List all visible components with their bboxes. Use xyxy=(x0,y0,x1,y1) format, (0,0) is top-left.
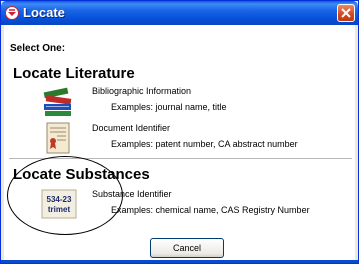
document-identifier-examples: Examples: patent number, CA abstract num… xyxy=(111,139,298,149)
substance-icon-text-bottom: trimet xyxy=(48,205,71,214)
cancel-button[interactable]: Cancel xyxy=(150,238,224,258)
substance-identifier-examples: Examples: chemical name, CAS Registry Nu… xyxy=(111,205,310,215)
locate-dialog-window: Locate Select One: Locate Literature Bib… xyxy=(0,0,359,264)
document-identifier-link[interactable]: Document Identifier xyxy=(92,123,170,133)
app-logo-icon xyxy=(5,6,19,20)
locate-literature-heading: Locate Literature xyxy=(13,65,135,82)
bibliographic-examples: Examples: journal name, title xyxy=(111,102,227,112)
locate-substances-heading: Locate Substances xyxy=(13,166,150,183)
bibliographic-information-link[interactable]: Bibliographic Information xyxy=(92,86,191,96)
close-icon xyxy=(341,8,351,18)
substance-id-icon[interactable]: 534-23 trimet xyxy=(41,187,77,221)
title-bar[interactable]: Locate xyxy=(1,1,358,25)
section-divider xyxy=(9,158,352,160)
instruction-label: Select One: xyxy=(10,43,66,54)
substance-identifier-link[interactable]: Substance Identifier xyxy=(92,189,172,199)
substance-icon-text-top: 534-23 xyxy=(47,195,72,204)
dialog-body: Select One: Locate Literature Bibliograp… xyxy=(4,25,355,261)
window-title: Locate xyxy=(23,5,65,20)
document-certificate-icon[interactable] xyxy=(41,121,75,155)
books-icon[interactable] xyxy=(41,85,75,119)
window-frame-bottom xyxy=(1,260,358,263)
close-button[interactable] xyxy=(337,4,355,22)
